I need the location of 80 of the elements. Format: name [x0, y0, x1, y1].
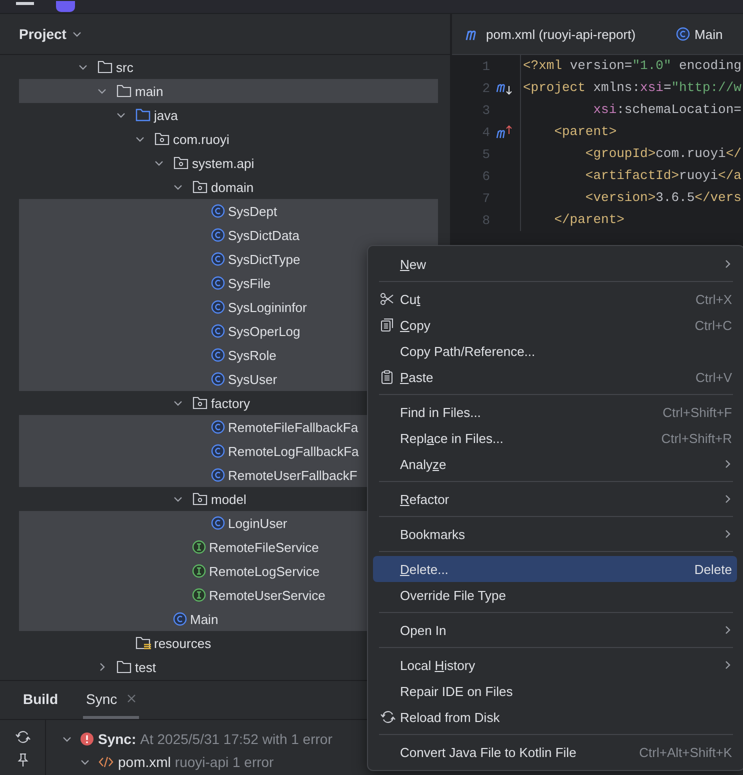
- overriding-up-icon[interactable]: [496, 125, 514, 139]
- code-line: <version>3.6.5</vers: [584, 189, 742, 207]
- clipboard-icon: [380, 370, 394, 384]
- tree-item[interactable]: system.api: [19, 151, 438, 175]
- refresh-icon[interactable]: [14, 730, 30, 744]
- menu-item[interactable]: Delete... Delete: [373, 556, 737, 582]
- class-icon: [211, 300, 225, 314]
- error-icon: [80, 732, 94, 746]
- chevron-down-icon[interactable]: [97, 86, 107, 96]
- menu-item[interactable]: Repair IDE on Files: [373, 678, 737, 704]
- class-icon: [211, 348, 225, 362]
- code-line: <project xmlns:xsi="http://w: [523, 79, 742, 97]
- tree-item[interactable]: SysDept: [19, 199, 438, 223]
- class-icon: [676, 27, 690, 41]
- code-line: <groupId>com.ruoyi</: [584, 145, 742, 163]
- package-icon: [192, 396, 208, 410]
- sync-node-title[interactable]: pom.xml: [118, 754, 171, 770]
- chevron-down-icon[interactable]: [72, 29, 82, 39]
- sync-node-detail: At 2025/5/31 17:52 with 1 error: [140, 730, 332, 746]
- pin-icon[interactable]: [16, 753, 28, 767]
- scissors-icon: [380, 292, 394, 306]
- sync-node-title[interactable]: Sync:: [98, 730, 136, 746]
- xml-file-icon: [98, 754, 114, 768]
- menu-item[interactable]: Local History: [373, 652, 737, 678]
- class-icon: [211, 204, 225, 218]
- code-line: xsi:schemaLocation=: [592, 101, 742, 119]
- class-icon: [211, 372, 225, 386]
- class-icon: [211, 228, 225, 242]
- chevron-down-icon[interactable]: [173, 398, 183, 408]
- implemented-down-icon[interactable]: [496, 81, 514, 95]
- copy-icon: [380, 318, 394, 332]
- folder-icon: [97, 60, 113, 74]
- chevron-down-icon[interactable]: [116, 110, 126, 120]
- class-icon: [211, 276, 225, 290]
- tree-item[interactable]: SysDictData: [19, 223, 438, 247]
- code-line: <parent>: [553, 123, 618, 141]
- class-icon: [211, 516, 225, 530]
- interface-icon: [192, 588, 206, 602]
- class-icon: [211, 252, 225, 266]
- class-icon: [211, 420, 225, 434]
- chevron-down-icon[interactable]: [135, 134, 145, 144]
- tree-item[interactable]: src: [19, 55, 438, 79]
- folder-icon: [116, 660, 132, 674]
- chevron-down-icon[interactable]: [173, 182, 183, 192]
- package-icon: [192, 492, 208, 506]
- tree-item[interactable]: java: [19, 103, 438, 127]
- chevron-down-icon[interactable]: [78, 62, 88, 72]
- sync-node-detail: ruoyi-api 1 error: [174, 754, 274, 770]
- chevron-right-icon[interactable]: [97, 662, 107, 672]
- panel-tab[interactable]: Build: [20, 681, 61, 719]
- package-icon: [192, 180, 208, 194]
- chevron-down-icon[interactable]: [173, 494, 183, 504]
- code-line: <?xml version="1.0" encoding: [523, 57, 742, 75]
- chevron-down-icon[interactable]: [154, 158, 164, 168]
- class-icon: [211, 468, 225, 482]
- code-line: <artifactId>ruoyi</a: [584, 167, 742, 185]
- tree-item[interactable]: domain: [19, 175, 438, 199]
- code-line: </parent>: [553, 211, 626, 229]
- editor-tab[interactable]: Main: [676, 26, 723, 42]
- package-icon: [154, 132, 170, 146]
- interface-icon: [192, 564, 206, 578]
- panel-title[interactable]: Project: [19, 26, 82, 42]
- editor-tab[interactable]: pom.xml (ruoyi-api-report): [465, 26, 636, 42]
- app-icon[interactable]: [56, 1, 75, 12]
- resources-folder-icon: [135, 636, 151, 650]
- class-icon: [173, 612, 187, 626]
- class-icon: [211, 444, 225, 458]
- menu-item[interactable]: Convert Java File to Kotlin File Ctrl+Alt+Shift+K: [373, 739, 737, 765]
- folder-icon: [135, 108, 151, 122]
- tree-item[interactable]: com.ruoyi: [19, 127, 438, 151]
- close-icon[interactable]: [127, 694, 136, 703]
- menu-item[interactable]: Reload from Disk: [373, 704, 737, 730]
- tree-item[interactable]: main: [19, 79, 438, 103]
- interface-icon: [192, 540, 206, 554]
- panel-tab[interactable]: Sync: [83, 681, 140, 719]
- package-icon: [173, 156, 189, 170]
- folder-icon: [116, 84, 132, 98]
- menu-item[interactable]: Refactor: [373, 486, 737, 512]
- class-icon: [211, 324, 225, 338]
- reload-icon: [380, 710, 396, 724]
